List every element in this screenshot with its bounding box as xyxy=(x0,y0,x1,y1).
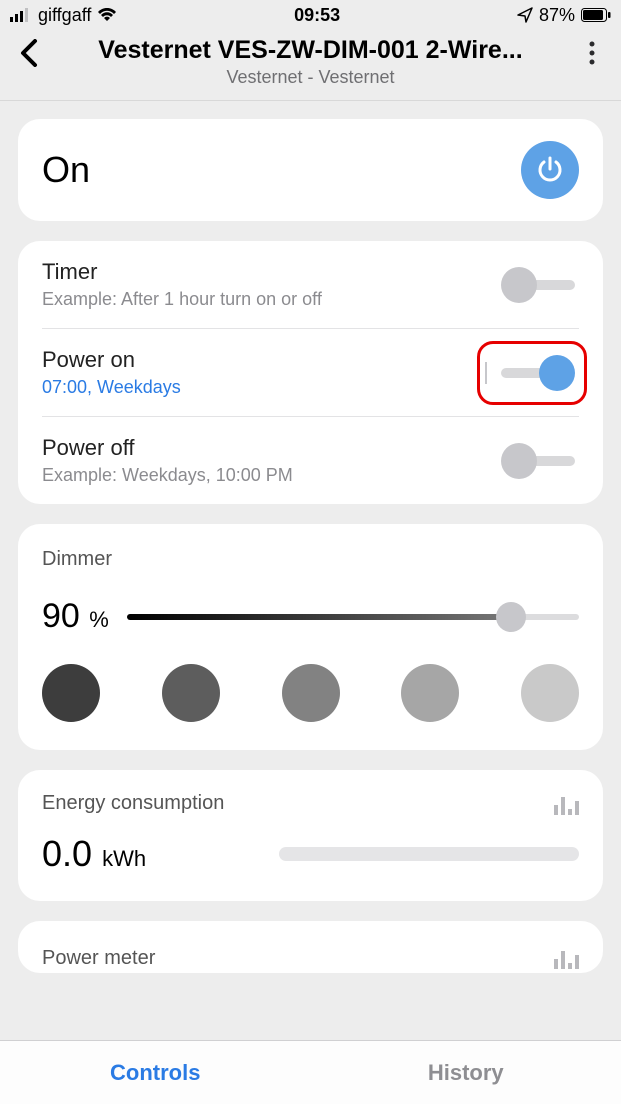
dimmer-value: 90 % xyxy=(42,597,109,636)
back-button[interactable] xyxy=(12,36,46,70)
bar-chart-icon[interactable] xyxy=(554,947,579,969)
power-on-label: Power on xyxy=(42,347,181,373)
more-button[interactable] xyxy=(575,36,609,70)
location-icon xyxy=(517,7,533,23)
power-off-label: Power off xyxy=(42,435,293,461)
carrier-label: giffgaff xyxy=(38,5,91,26)
energy-value: 0.0 kWh xyxy=(42,833,146,875)
page-subtitle: Vesternet - Vesternet xyxy=(50,67,571,88)
content-scroll[interactable]: On Timer Example: After 1 hour turn on o… xyxy=(0,101,621,1040)
dimmer-preset-4[interactable] xyxy=(401,664,459,722)
battery-percent: 87% xyxy=(539,5,575,26)
timer-sub: Example: After 1 hour turn on or off xyxy=(42,289,322,310)
dimmer-preset-1[interactable] xyxy=(42,664,100,722)
battery-icon xyxy=(581,8,611,22)
dimmer-preset-5[interactable] xyxy=(521,664,579,722)
energy-card: Energy consumption 0.0 kWh xyxy=(18,770,603,901)
dimmer-presets xyxy=(42,664,579,722)
power-off-row[interactable]: Power off Example: Weekdays, 10:00 PM xyxy=(18,417,603,504)
power-off-sub: Example: Weekdays, 10:00 PM xyxy=(42,465,293,486)
page-title: Vesternet VES-ZW-DIM-001 2-Wire... xyxy=(50,36,571,65)
power-meter-label: Power meter xyxy=(42,947,155,970)
power-on-toggle[interactable] xyxy=(497,353,575,393)
bar-chart-icon[interactable] xyxy=(554,793,579,815)
tab-controls[interactable]: Controls xyxy=(0,1041,311,1104)
dimmer-preset-3[interactable] xyxy=(282,664,340,722)
power-on-sub: 07:00, Weekdays xyxy=(42,377,181,398)
energy-bar xyxy=(279,847,579,861)
power-state-label: On xyxy=(42,149,90,191)
power-meter-card: Power meter xyxy=(18,921,603,973)
power-icon xyxy=(535,155,565,185)
chevron-left-icon xyxy=(20,39,38,67)
timer-toggle[interactable] xyxy=(501,265,579,305)
dimmer-preset-2[interactable] xyxy=(162,664,220,722)
schedule-card: Timer Example: After 1 hour turn on or o… xyxy=(18,241,603,504)
power-state-card: On xyxy=(18,119,603,221)
dimmer-slider[interactable] xyxy=(127,602,579,632)
signal-icon xyxy=(10,8,32,22)
power-on-row[interactable]: Power on 07:00, Weekdays xyxy=(18,329,603,416)
tab-history[interactable]: History xyxy=(311,1041,621,1104)
dimmer-slider-knob[interactable] xyxy=(496,602,526,632)
header: Vesternet VES-ZW-DIM-001 2-Wire... Veste… xyxy=(0,30,621,101)
dimmer-label: Dimmer xyxy=(42,548,579,571)
more-vertical-icon xyxy=(589,41,595,65)
status-bar: giffgaff 09:53 87% xyxy=(0,0,621,30)
clock: 09:53 xyxy=(294,5,340,26)
timer-label: Timer xyxy=(42,259,322,285)
energy-label: Energy consumption xyxy=(42,792,224,815)
tab-bar: Controls History xyxy=(0,1040,621,1104)
power-off-toggle[interactable] xyxy=(501,441,579,481)
power-button[interactable] xyxy=(521,141,579,199)
dimmer-card: Dimmer 90 % xyxy=(18,524,603,750)
timer-row[interactable]: Timer Example: After 1 hour turn on or o… xyxy=(18,241,603,328)
wifi-icon xyxy=(97,8,117,22)
